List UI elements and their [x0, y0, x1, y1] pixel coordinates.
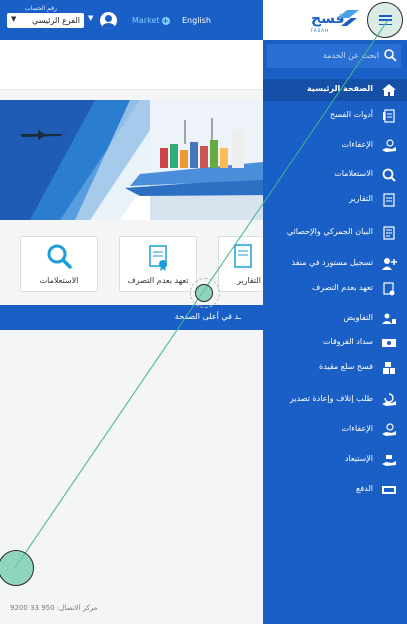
- touch-point: [195, 284, 213, 302]
- swipe-trail: [14, 19, 389, 569]
